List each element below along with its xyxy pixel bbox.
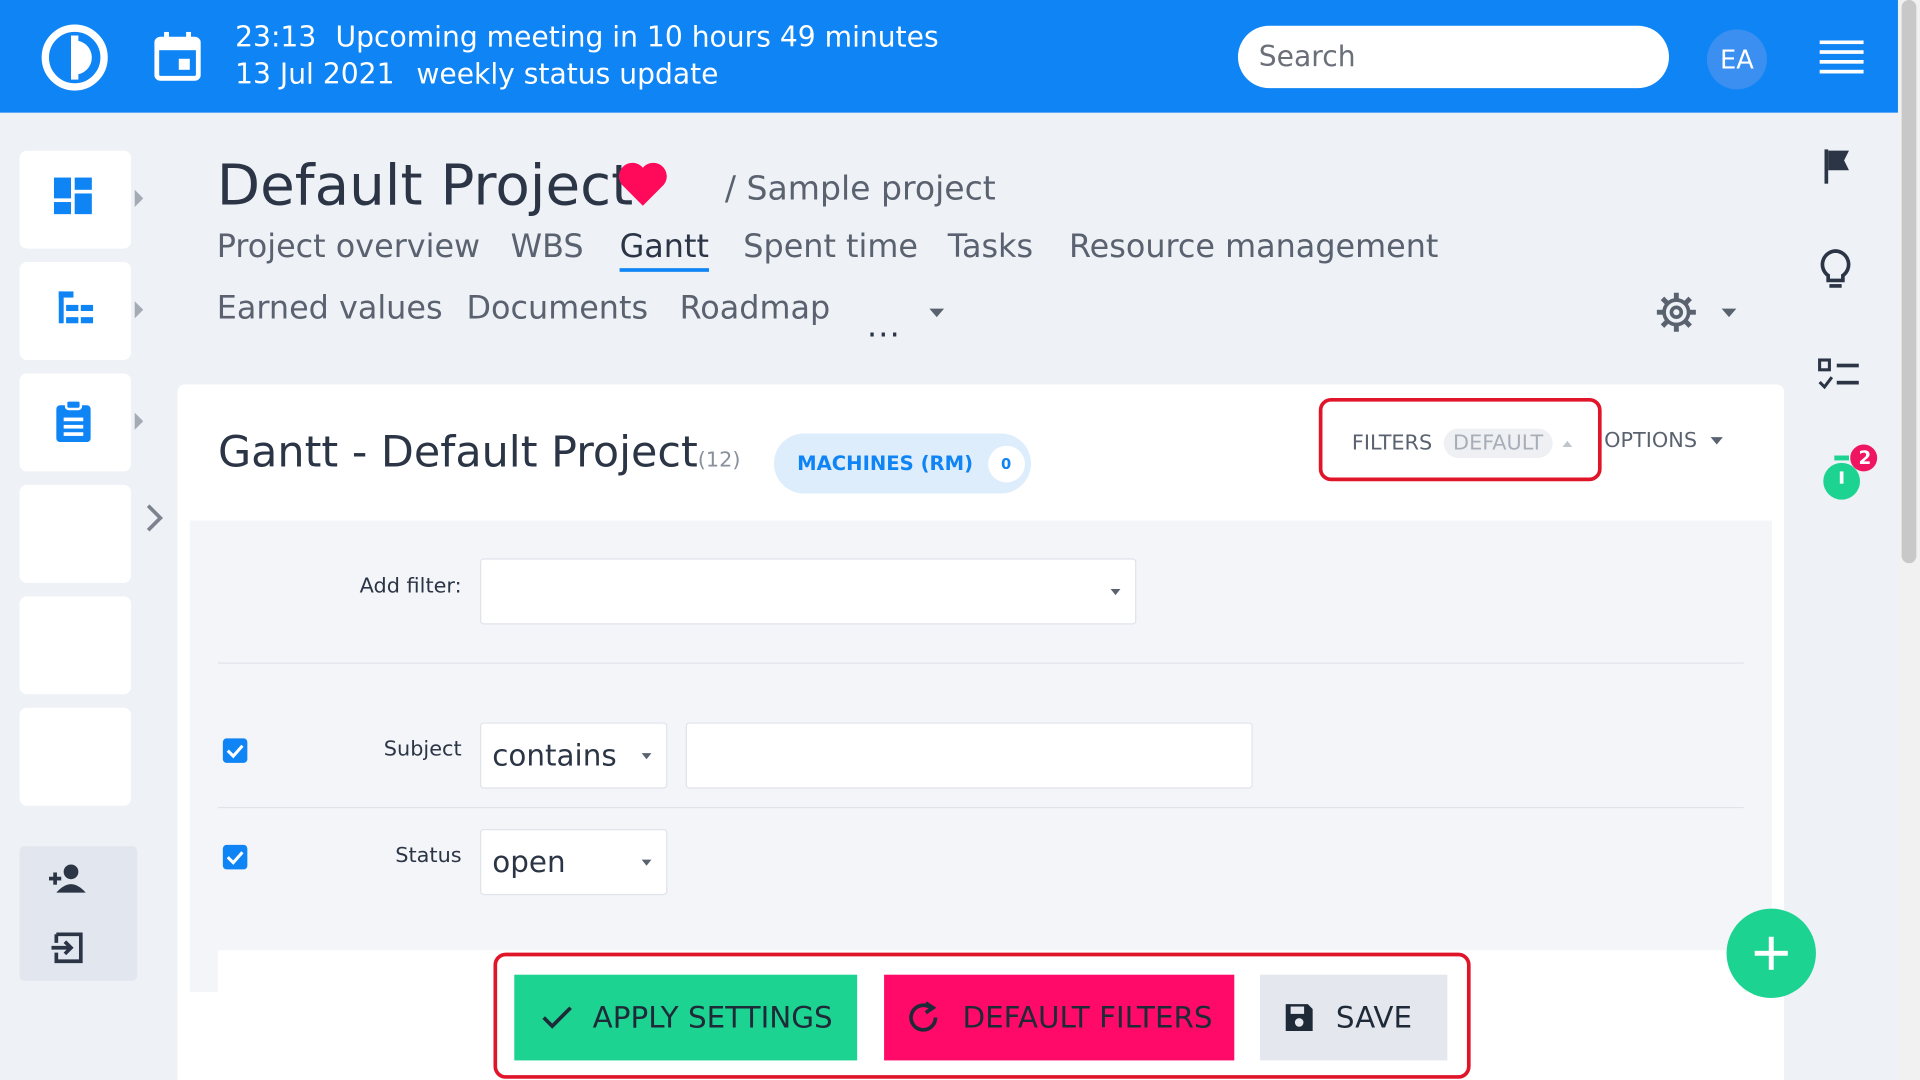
status-operator-select[interactable]: open xyxy=(480,828,668,896)
chevron-right-icon xyxy=(134,301,144,319)
divider xyxy=(217,662,1744,664)
status-operator-value: open xyxy=(492,844,566,880)
meeting-time: 23:13 xyxy=(235,22,317,54)
top-bar: 23:13 Upcoming meeting in 10 hours 49 min… xyxy=(0,0,1898,113)
subject-value-input[interactable] xyxy=(685,722,1253,789)
sidebar-empty-slot[interactable] xyxy=(19,484,132,583)
plus-icon xyxy=(1754,936,1788,970)
machines-rm-toggle[interactable]: MACHINES (RM) 0 xyxy=(773,433,1032,494)
meeting-title: weekly status update xyxy=(416,58,719,91)
more-tabs-button[interactable]: ... xyxy=(867,309,901,346)
tree-structure-icon xyxy=(58,291,94,324)
expand-sidebar-chevron-icon[interactable] xyxy=(142,502,166,534)
calendar-icon[interactable] xyxy=(154,31,201,81)
gantt-title: Gantt - Default Project(12) xyxy=(218,429,741,478)
lightbulb-icon[interactable] xyxy=(1817,247,1854,291)
tab-tasks[interactable]: Tasks xyxy=(948,229,1033,266)
subject-operator-select[interactable]: contains xyxy=(480,722,668,789)
divider xyxy=(217,806,1744,809)
meeting-countdown: Upcoming meeting in 10 hours 49 minutes xyxy=(335,22,939,54)
chevron-right-icon xyxy=(134,412,144,430)
sidebar-empty-slot[interactable] xyxy=(19,707,132,806)
sidebar-user-actions xyxy=(19,846,138,981)
floppy-disk-icon xyxy=(1285,1004,1313,1032)
chevron-down-icon xyxy=(641,859,652,866)
chevron-down-icon xyxy=(641,753,652,760)
chevron-right-icon xyxy=(134,189,144,207)
machines-count: 0 xyxy=(987,445,1025,482)
save-label: SAVE xyxy=(1335,1000,1413,1035)
app-logo-icon[interactable] xyxy=(40,23,109,92)
add-filter-label: Add filter: xyxy=(359,574,462,599)
timer-badge-count: 2 xyxy=(1858,446,1872,469)
sign-in-icon[interactable] xyxy=(51,932,85,964)
options-label: OPTIONS xyxy=(1604,428,1698,454)
add-user-icon[interactable] xyxy=(48,863,88,895)
sidebar-dashboard-button[interactable] xyxy=(19,150,144,249)
scrollbar-thumb[interactable] xyxy=(1901,0,1917,564)
hamburger-menu-icon[interactable] xyxy=(1819,40,1864,74)
chevron-down-icon xyxy=(1110,588,1121,596)
tab-gantt[interactable]: Gantt xyxy=(619,229,709,272)
tab-documents[interactable]: Documents xyxy=(467,290,649,327)
dashboard-icon xyxy=(53,177,92,215)
filters-highlight-box xyxy=(1318,397,1602,482)
machines-label: MACHINES (RM) xyxy=(797,451,974,476)
settings-chevron-down-icon[interactable] xyxy=(1721,308,1737,318)
tab-project-overview[interactable]: Project overview xyxy=(217,229,480,266)
tab-earned-values[interactable]: Earned values xyxy=(217,290,443,327)
meeting-date: 13 Jul 2021 xyxy=(235,58,395,91)
apply-settings-button[interactable]: APPLY SETTINGS xyxy=(514,974,858,1061)
add-filter-select[interactable] xyxy=(480,558,1137,625)
sidebar-wbs-button[interactable] xyxy=(19,262,144,361)
checklist-icon[interactable] xyxy=(1817,358,1861,392)
clipboard-icon xyxy=(56,400,91,443)
sidebar-empty-slot[interactable] xyxy=(19,596,132,695)
apply-settings-label: APPLY SETTINGS xyxy=(592,1000,833,1035)
save-button[interactable]: SAVE xyxy=(1260,974,1448,1061)
subject-label: Subject xyxy=(383,737,462,762)
subject-operator-value: contains xyxy=(492,738,617,773)
tab-roadmap[interactable]: Roadmap xyxy=(680,290,831,327)
upcoming-meeting[interactable]: 23:13 Upcoming meeting in 10 hours 49 min… xyxy=(235,20,939,93)
gantt-count: (12) xyxy=(697,448,741,473)
gear-icon[interactable] xyxy=(1656,292,1696,332)
refresh-icon xyxy=(909,1001,938,1032)
project-title: Default Project xyxy=(216,151,634,218)
search-input[interactable] xyxy=(1237,25,1669,89)
status-label: Status xyxy=(395,843,462,869)
user-avatar[interactable]: EA xyxy=(1706,29,1767,90)
sidebar-tasks-button[interactable] xyxy=(19,373,144,472)
add-floating-button[interactable] xyxy=(1726,908,1816,998)
chevron-down-icon xyxy=(1711,437,1724,445)
checkmark-icon xyxy=(542,1006,572,1029)
tab-wbs[interactable]: WBS xyxy=(511,229,584,266)
favorite-heart-icon[interactable] xyxy=(617,162,668,209)
parent-project-link[interactable]: / Sample project xyxy=(725,170,996,208)
chevron-down-icon[interactable] xyxy=(929,308,945,318)
default-filters-label: DEFAULT FILTERS xyxy=(962,1000,1213,1035)
page-scrollbar[interactable] xyxy=(1897,0,1920,1080)
tab-spent-time[interactable]: Spent time xyxy=(743,229,918,266)
default-filters-button[interactable]: DEFAULT FILTERS xyxy=(884,974,1235,1061)
tab-resource-management[interactable]: Resource management xyxy=(1069,229,1438,266)
gantt-title-text: Gantt - Default Project xyxy=(217,428,698,478)
flag-icon[interactable] xyxy=(1817,147,1854,186)
options-toggle[interactable]: OPTIONS xyxy=(1604,428,1724,454)
